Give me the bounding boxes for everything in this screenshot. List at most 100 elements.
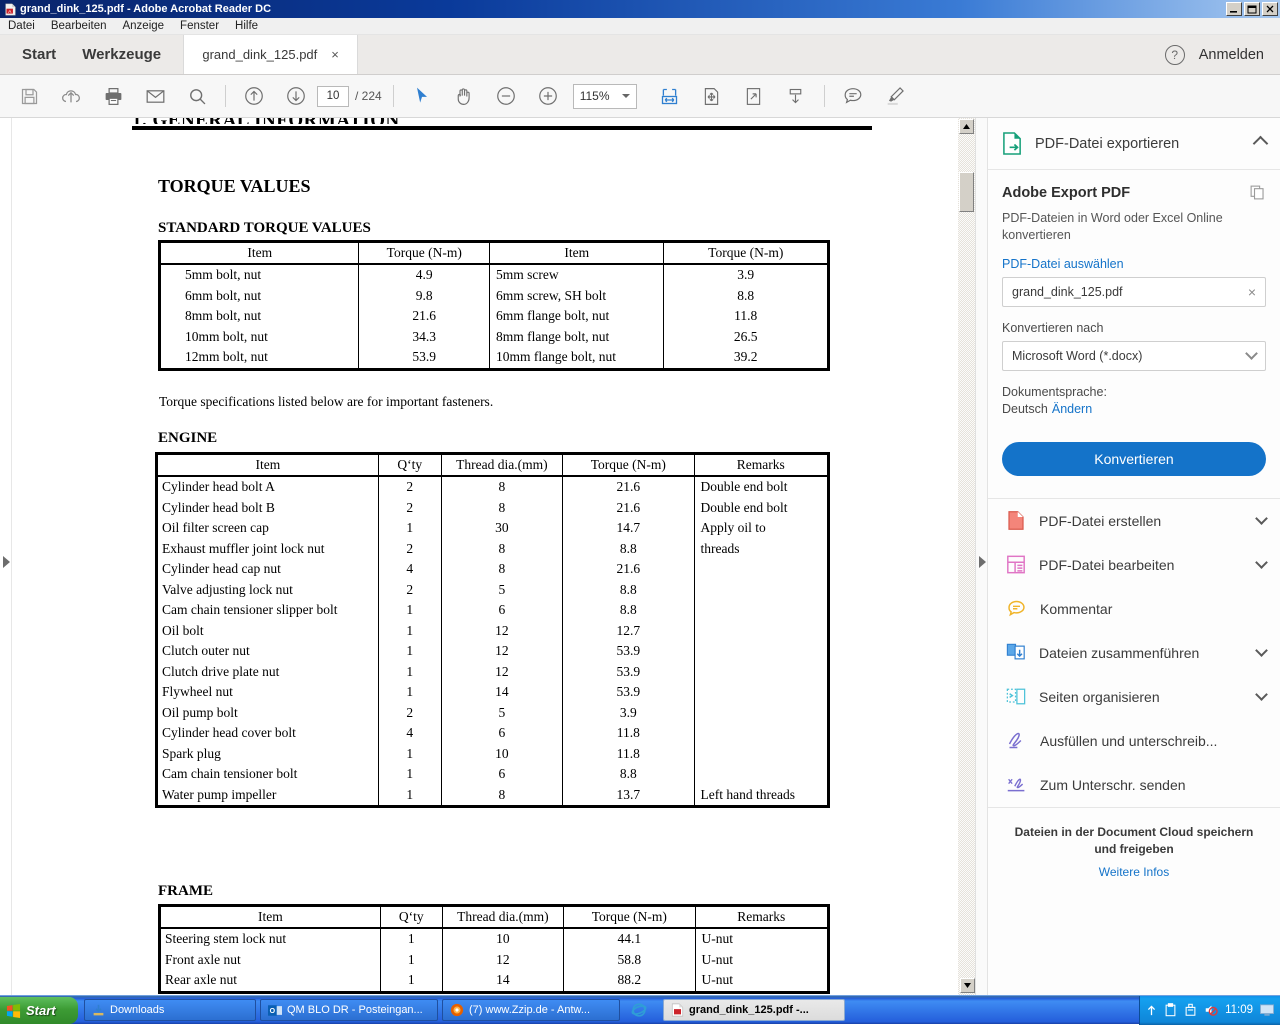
minimize-button[interactable] [1226,2,1242,16]
taskbar-item-acrobat[interactable]: grand_dink_125.pdf -... [663,999,845,1021]
pan-page-icon[interactable] [691,75,733,117]
pdf-page-viewport[interactable]: 1. GENERAL INFORMATION TORQUE VALUES STA… [12,118,958,995]
start-button[interactable]: Start [0,997,78,1024]
scroll-down-icon[interactable] [775,75,817,117]
page-title: TORQUE VALUES [158,176,311,197]
usb-eject-icon[interactable] [1184,1003,1197,1017]
cell: 3.9 [563,703,694,724]
zoom-out-icon[interactable] [485,75,527,117]
edit-pdf-icon [1006,554,1026,575]
scrollbar-thumb[interactable] [959,172,974,212]
sidebar-item-edit-pdf[interactable]: PDF-Datei bearbeiten [988,543,1280,587]
windows-logo-icon [6,1003,21,1018]
taskbar-item-outlook[interactable]: O QM BLO DR - Posteingan... [260,999,438,1021]
sidebar-item-combine-files[interactable]: Dateien zusammenführen [988,631,1280,675]
clock-label[interactable]: 11:09 [1225,1004,1253,1016]
hand-tool-icon[interactable] [443,75,485,117]
chevron-down-icon[interactable] [1255,512,1268,525]
cell: 14.7 [563,518,694,539]
page-number-input[interactable]: 10 [317,86,349,107]
send-for-signature-icon [1006,774,1027,795]
sidebar-item-comment[interactable]: Kommentar [988,587,1280,631]
cell: Cylinder head cover bolt [157,723,379,744]
chevron-up-icon[interactable] [1253,136,1269,152]
export-pdf-panel-header[interactable]: PDF-Datei exportieren [988,118,1280,170]
menu-item-fenster[interactable]: Fenster [180,20,219,32]
table-row: Rear axle nut11488.2U-nut [160,970,829,992]
start-button-label: Start [26,1003,56,1018]
sidebar-item-send-for-signature[interactable]: Zum Unterschr. senden [988,763,1280,807]
copy-icon[interactable] [1249,184,1266,201]
print-icon[interactable] [92,75,134,117]
menu-item-datei[interactable]: Datei [8,20,35,32]
cell: 8.8 [563,580,694,601]
sidebar-item-fill-and-sign[interactable]: Ausfüllen und unterschreib... [988,719,1280,763]
left-panel-toggle-strip[interactable] [0,118,12,995]
cell: 26.5 [664,327,829,348]
chevron-down-icon[interactable] [1255,556,1268,569]
select-cursor-icon[interactable] [401,75,443,117]
sidebar-item-organize-pages[interactable]: Seiten organisieren [988,675,1280,719]
adobe-export-pdf-title-row: Adobe Export PDF [1002,184,1266,201]
convert-to-select[interactable]: Microsoft Word (*.docx) [1002,341,1266,371]
menu-item-hilfe[interactable]: Hilfe [235,20,258,32]
menu-item-bearbeiten[interactable]: Bearbeiten [51,20,107,32]
chevron-down-icon[interactable] [1255,688,1268,701]
zoom-level-select[interactable]: 115% [573,84,637,109]
tab-start[interactable]: Start [22,46,56,63]
document-cloud-note: Dateien in der Document Cloud speichern … [988,808,1280,858]
clear-file-icon[interactable]: × [1248,284,1256,300]
cell: 39.2 [664,347,829,369]
upload-cloud-icon[interactable] [50,75,92,117]
zoom-in-icon[interactable] [527,75,569,117]
change-language-link[interactable]: Ändern [1052,402,1092,416]
cell: threads [694,539,829,560]
zoom-level-value: 115% [580,89,610,103]
right-panel-toggle-strip[interactable] [975,118,987,995]
email-icon[interactable] [134,75,176,117]
search-icon[interactable] [176,75,218,117]
chevron-down-icon[interactable] [1255,644,1268,657]
show-desktop-icon[interactable] [1260,1004,1274,1017]
sidebar-item-create-pdf[interactable]: PDF-Datei erstellen [988,499,1280,543]
comment-icon[interactable] [832,75,874,117]
col-torque: Torque (N-m) [563,454,694,477]
taskbar-item-firefox[interactable]: (7) www.Zzip.de - Antw... [442,999,620,1021]
cell: 8.8 [563,764,694,785]
document-tab[interactable]: grand_dink_125.pdf × [183,35,358,74]
scrollbar-down-button[interactable] [960,978,975,993]
highlight-icon[interactable] [874,75,916,117]
cell [694,744,829,765]
fullscreen-icon[interactable] [733,75,775,117]
chevron-right-icon[interactable] [3,556,10,568]
window-title-bar: A grand_dink_125.pdf - Adobe Acrobat Rea… [0,0,1280,18]
col-item: Item [160,906,381,929]
select-pdf-file-link[interactable]: PDF-Datei auswählen [1002,257,1266,271]
fit-width-icon[interactable] [649,75,691,117]
page-down-icon[interactable] [275,75,317,117]
close-icon[interactable]: × [331,47,339,62]
clipboard-icon[interactable] [1164,1003,1177,1017]
close-button[interactable] [1262,2,1278,16]
convert-button[interactable]: Konvertieren [1002,442,1266,476]
scrollbar-up-button[interactable] [959,119,974,134]
menu-item-anzeige[interactable]: Anzeige [122,20,164,32]
cell: 1 [378,764,441,785]
help-icon[interactable]: ? [1165,45,1185,65]
volume-muted-icon[interactable] [1204,1003,1218,1017]
cell: 4 [378,723,441,744]
document-vertical-scrollbar[interactable] [958,118,975,995]
more-info-link[interactable]: Weitere Infos [988,865,1280,879]
selected-file-field[interactable]: grand_dink_125.pdf × [1002,277,1266,307]
tab-werkzeuge[interactable]: Werkzeuge [82,46,161,63]
adobe-export-pdf-description: PDF-Dateien in Word oder Excel Online ko… [1002,210,1266,244]
section-standard-heading: STANDARD TORQUE VALUES [158,220,371,237]
arrow-up-icon[interactable] [1146,1004,1157,1017]
sign-in-button[interactable]: Anmelden [1199,47,1264,63]
restore-button[interactable] [1244,2,1260,16]
save-icon[interactable] [8,75,50,117]
taskbar-item-downloads[interactable]: Downloads [84,999,256,1021]
taskbar-item-internet-explorer[interactable] [624,999,659,1021]
chevron-right-icon[interactable] [979,556,986,568]
page-up-icon[interactable] [233,75,275,117]
